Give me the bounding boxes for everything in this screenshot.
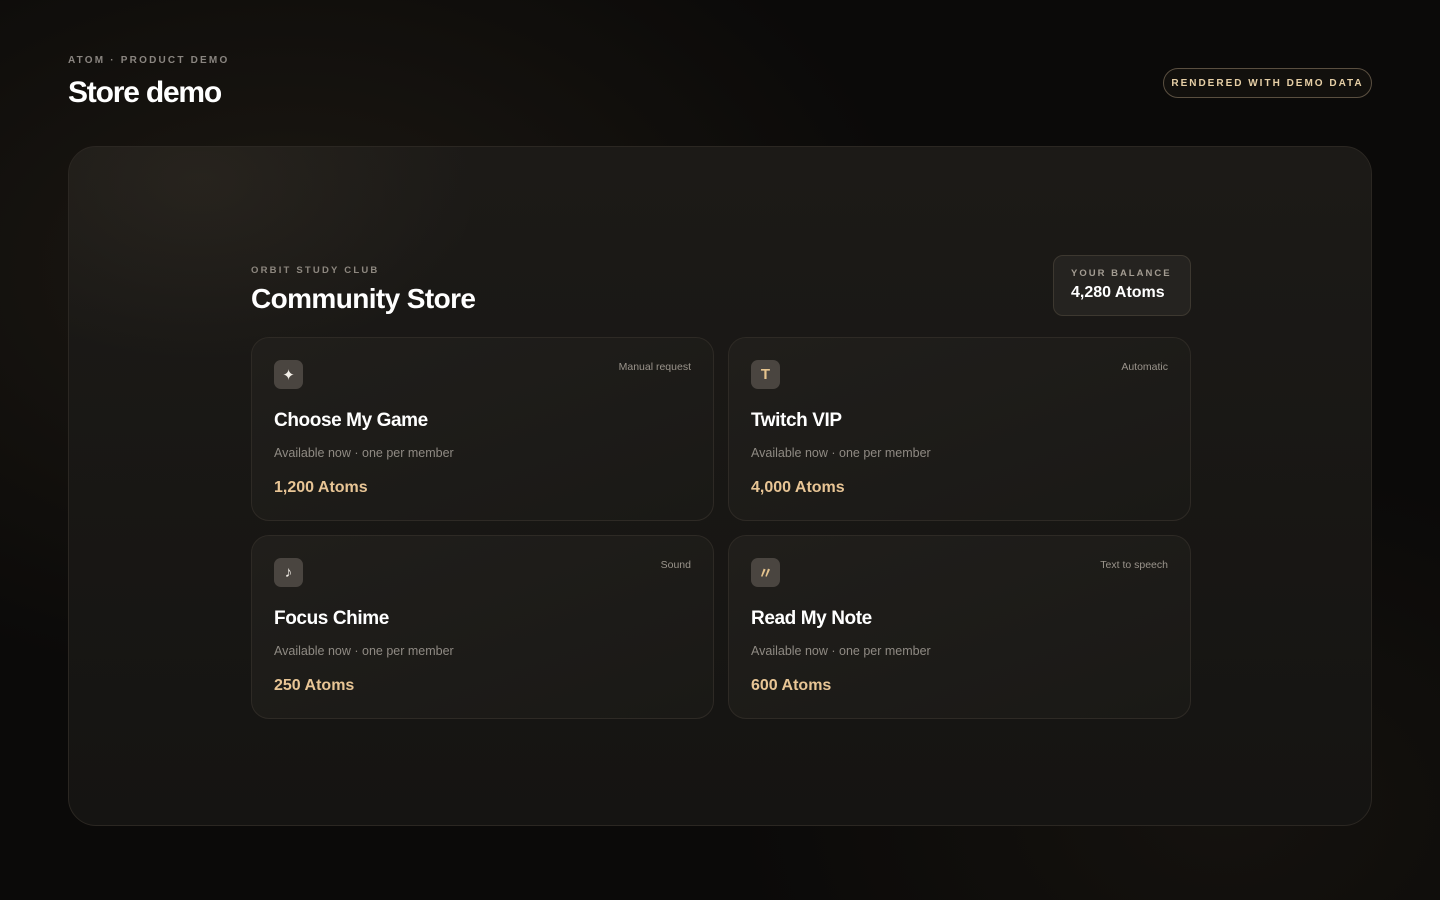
- item-type: Automatic: [1121, 361, 1168, 373]
- item-type: Text to speech: [1100, 559, 1168, 571]
- item-price: 250 Atoms: [274, 677, 355, 694]
- item-title: Focus Chime: [274, 608, 389, 629]
- item-price: 1,200 Atoms: [274, 479, 368, 496]
- store-item-card[interactable]: ♪ Sound Focus Chime Available now · one …: [251, 535, 714, 719]
- item-availability: Available now · one per member: [274, 446, 454, 460]
- balance-panel: YOUR BALANCE 4,280 Atoms: [1053, 255, 1191, 316]
- store-item-grid: ✦ Manual request Choose My Game Availabl…: [251, 337, 1191, 719]
- top-eyebrow: ATOM · PRODUCT DEMO: [68, 55, 230, 66]
- store-item-card[interactable]: ✦ Manual request Choose My Game Availabl…: [251, 337, 714, 521]
- item-title: Twitch VIP: [751, 410, 842, 431]
- balance-value: 4,280 Atoms: [1071, 284, 1165, 301]
- item-price: 4,000 Atoms: [751, 479, 845, 496]
- page-title: Store demo: [68, 76, 222, 109]
- item-title: Choose My Game: [274, 410, 428, 431]
- balance-label: YOUR BALANCE: [1071, 268, 1172, 279]
- store-item-card[interactable]: 〃 Text to speech Read My Note Available …: [728, 535, 1191, 719]
- demo-data-badge: RENDERED WITH DEMO DATA: [1163, 68, 1372, 98]
- twitch-letter-icon: T: [751, 360, 780, 389]
- item-availability: Available now · one per member: [751, 644, 931, 658]
- sparkle-icon: ✦: [274, 360, 303, 389]
- item-type: Sound: [660, 559, 691, 571]
- store-stage: ORBIT STUDY CLUB Community Store YOUR BA…: [68, 146, 1372, 826]
- quote-icon: 〃: [751, 558, 780, 587]
- store-item-card[interactable]: T Automatic Twitch VIP Available now · o…: [728, 337, 1191, 521]
- item-title: Read My Note: [751, 608, 872, 629]
- store-eyebrow: ORBIT STUDY CLUB: [251, 265, 380, 276]
- item-availability: Available now · one per member: [751, 446, 931, 460]
- music-note-icon: ♪: [274, 558, 303, 587]
- item-type: Manual request: [618, 361, 691, 373]
- item-price: 600 Atoms: [751, 677, 832, 694]
- store-title: Community Store: [251, 283, 476, 314]
- item-availability: Available now · one per member: [274, 644, 454, 658]
